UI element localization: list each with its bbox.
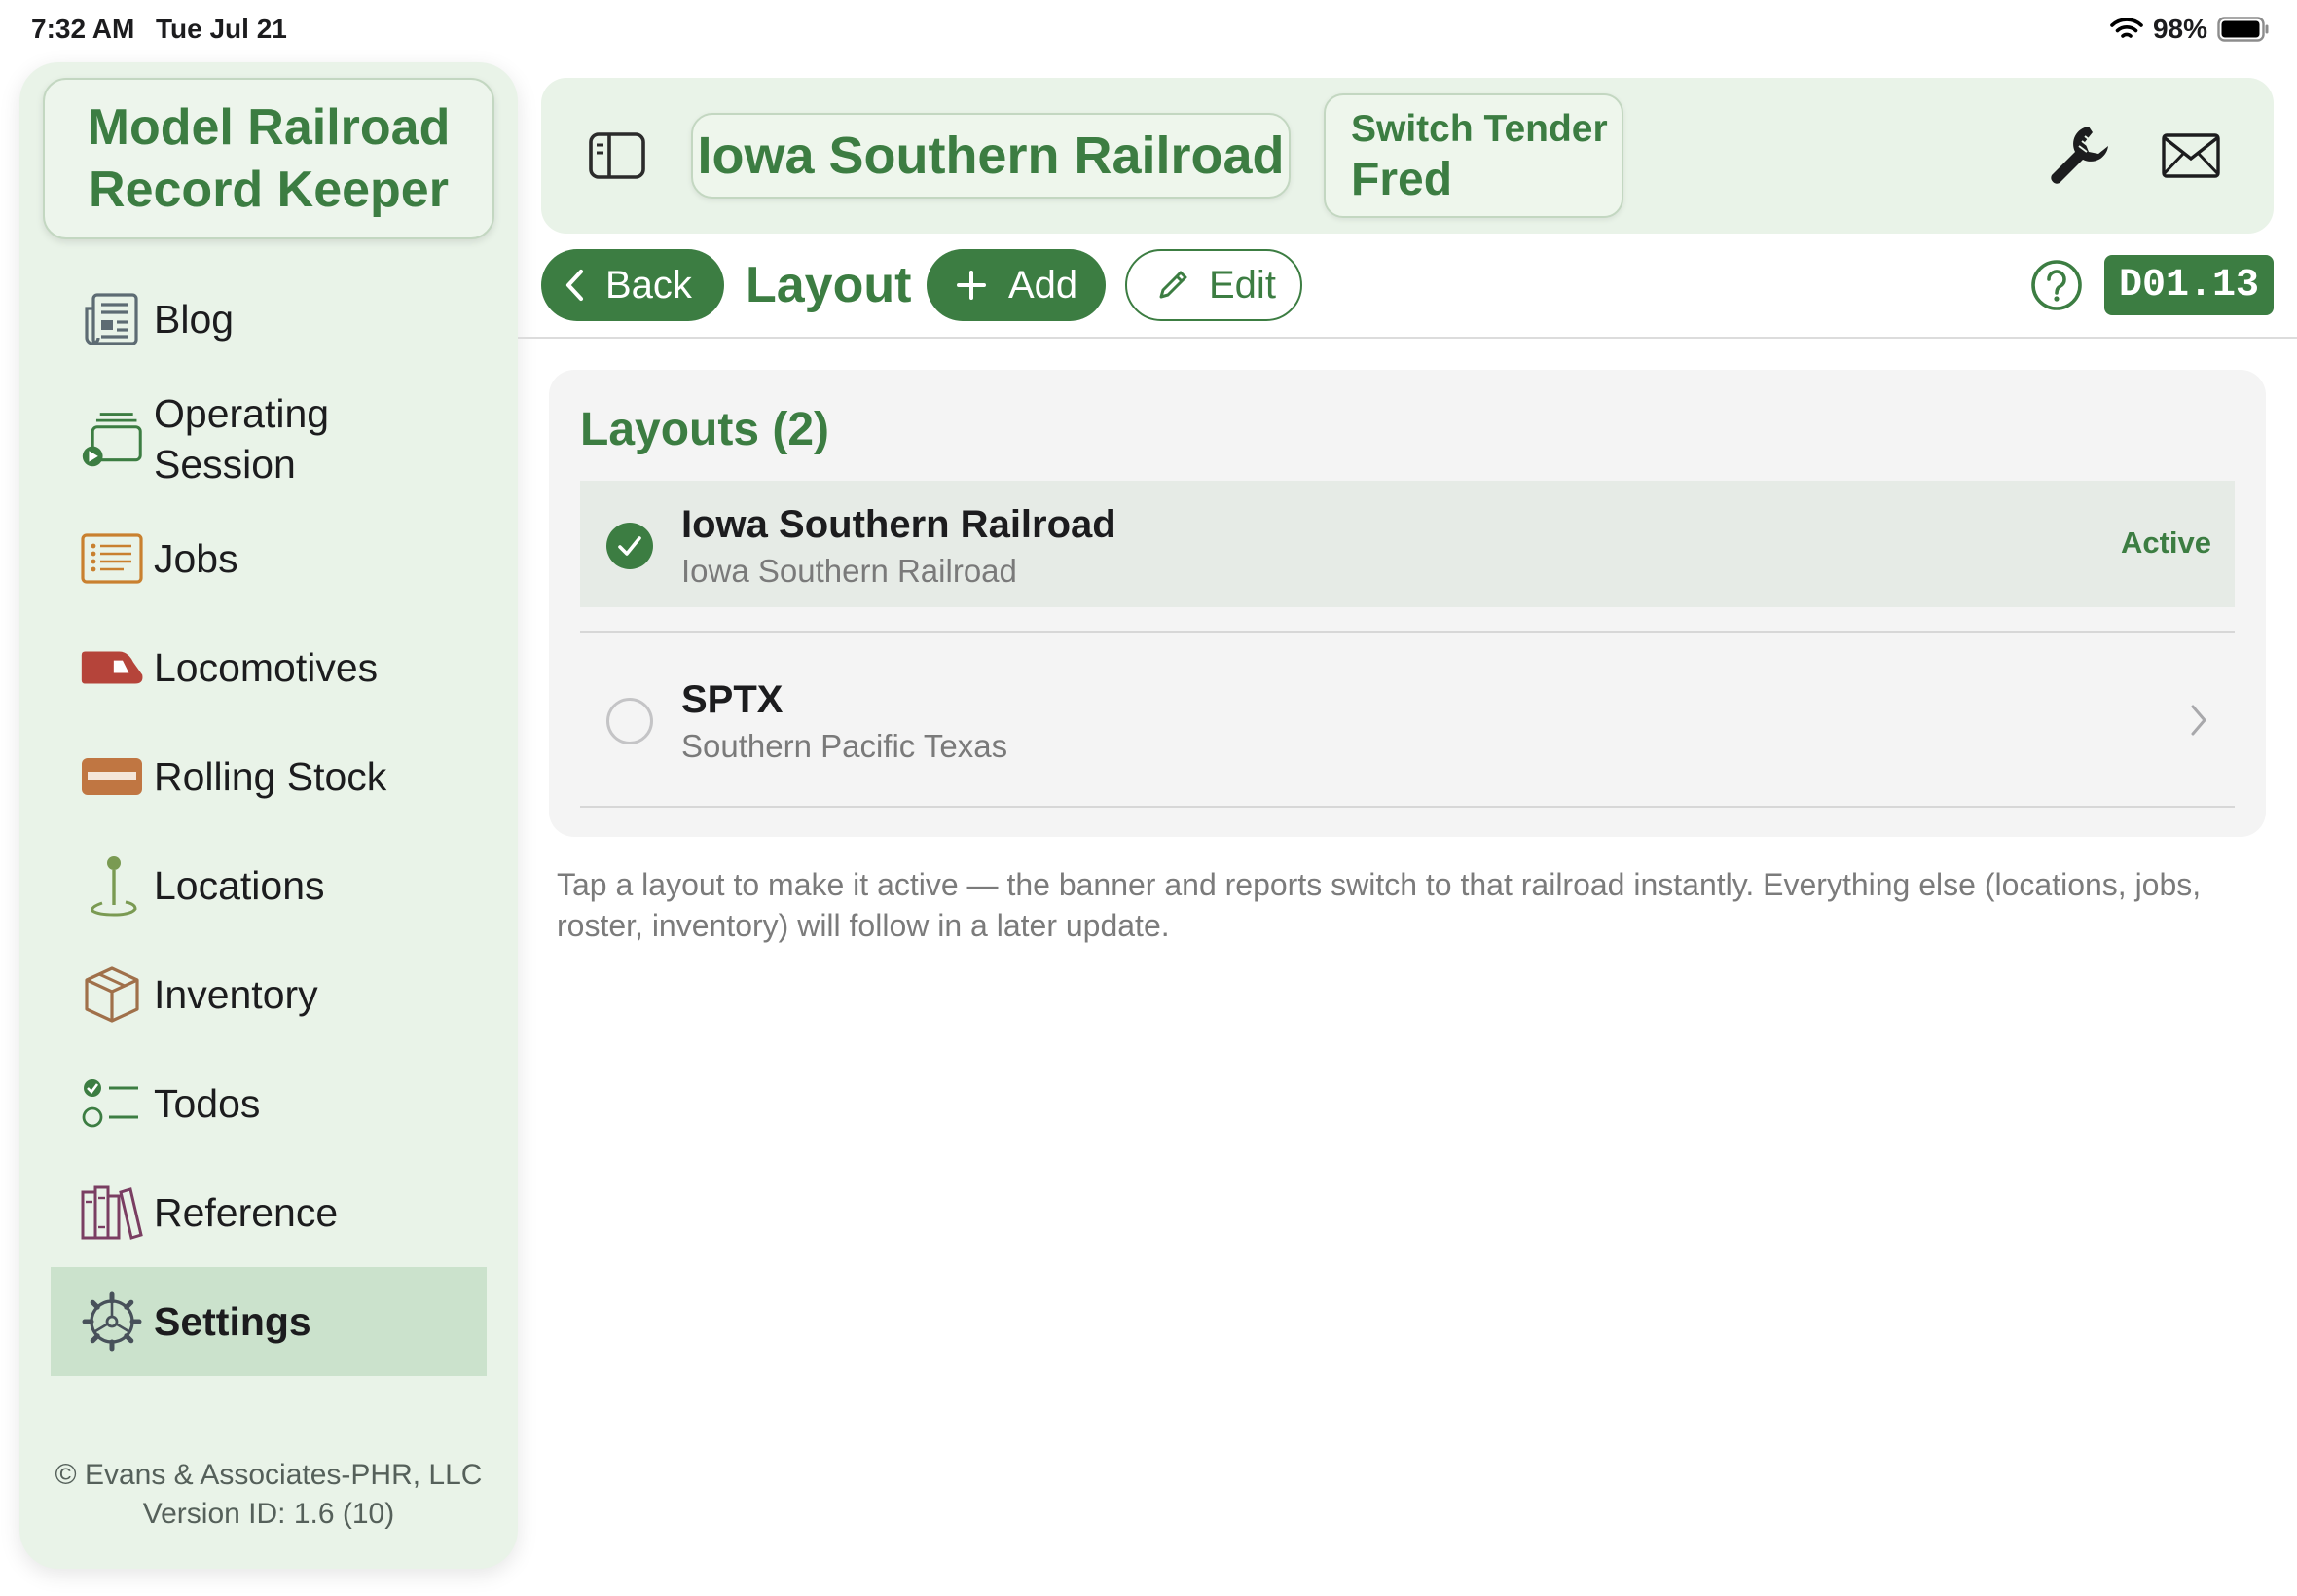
layout-row[interactable]: SPTX Southern Pacific Texas <box>580 656 2235 782</box>
layout-name: SPTX <box>681 678 784 721</box>
edit-button[interactable]: Edit <box>1125 249 1302 321</box>
status-time: 7:32 AM <box>31 14 135 44</box>
books-icon <box>80 1180 144 1245</box>
sidebar-nav: Blog Operating Session Jobs Locomotives … <box>51 265 487 1376</box>
header-bar: Iowa Southern Railroad Switch Tender Fre… <box>541 78 2274 234</box>
battery-icon <box>2217 17 2269 42</box>
layout-row-active[interactable]: Iowa Southern Railroad Iowa Southern Rai… <box>580 481 2235 607</box>
edit-label: Edit <box>1209 263 1276 307</box>
chevron-left-icon <box>565 269 584 302</box>
role-name: Fred <box>1351 154 1453 205</box>
sidebar-item-rolling-stock[interactable]: Rolling Stock <box>51 722 487 831</box>
layout-subtitle: Iowa Southern Railroad <box>681 553 1017 589</box>
layout-name: Iowa Southern Railroad <box>681 503 1116 546</box>
sidebar-item-settings[interactable]: Settings <box>51 1267 487 1376</box>
sidebar-footer: © Evans & Associates-PHR, LLC Version ID… <box>19 1456 518 1534</box>
status-bar: 7:32 AM Tue Jul 21 98% <box>0 0 2297 58</box>
divider <box>518 337 2297 339</box>
sidebar-item-label: Operating Session <box>154 391 330 487</box>
checkmark-circle-icon <box>605 522 654 570</box>
sidebar-item-label: Rolling Stock <box>154 754 387 799</box>
locomotive-icon <box>80 635 144 700</box>
sidebar-item-label: Jobs <box>154 536 238 581</box>
sidebar-item-reference[interactable]: Reference <box>51 1158 487 1267</box>
sidebar-item-label: Settings <box>154 1299 311 1344</box>
box-icon <box>80 962 144 1027</box>
chevron-right-icon <box>2188 701 2209 740</box>
pencil-icon <box>1159 271 1187 299</box>
sidebar-item-jobs[interactable]: Jobs <box>51 504 487 613</box>
help-icon[interactable] <box>2030 259 2083 311</box>
sidebar-item-label: Locomotives <box>154 645 379 690</box>
operating-session-icon <box>80 407 144 471</box>
copyright-text: © Evans & Associates-PHR, LLC <box>55 1459 483 1491</box>
mail-icon[interactable] <box>2161 132 2221 179</box>
sidebar-item-label: Locations <box>154 863 325 908</box>
sidebar: Model Railroad Record Keeper Blog Operat… <box>19 62 518 1569</box>
sidebar-item-label: Reference <box>154 1190 339 1235</box>
railroad-name-button[interactable]: Iowa Southern Railroad <box>691 113 1291 199</box>
add-button[interactable]: Add <box>927 249 1106 321</box>
page-title: Layout <box>746 257 912 313</box>
layout-subtitle: Southern Pacific Texas <box>681 728 1008 764</box>
sidebar-item-label: Blog <box>154 297 235 342</box>
add-label: Add <box>1008 263 1078 307</box>
wrench-icon[interactable] <box>2046 123 2112 189</box>
hint-text: Tap a layout to make it active — the ban… <box>557 867 2202 943</box>
back-button[interactable]: Back <box>541 249 724 321</box>
row-divider <box>580 631 2235 633</box>
sidebar-item-blog[interactable]: Blog <box>51 265 487 374</box>
layouts-title: Layouts (2) <box>580 404 830 455</box>
sidebar-item-locomotives[interactable]: Locomotives <box>51 613 487 722</box>
role-button[interactable]: Switch Tender Fred <box>1324 93 1623 218</box>
sidebar-item-label: Inventory <box>154 972 318 1017</box>
version-text: Version ID: 1.6 (10) <box>142 1498 395 1530</box>
list-icon <box>80 526 144 591</box>
empty-circle-icon <box>605 697 654 745</box>
gear-icon <box>80 1289 144 1354</box>
battery-percent: 98% <box>2152 14 2207 44</box>
checklist-icon <box>80 1071 144 1136</box>
sidebar-item-operating-session[interactable]: Operating Session <box>51 374 487 504</box>
sidebar-item-locations[interactable]: Locations <box>51 831 487 940</box>
code-badge[interactable]: D01.13 <box>2104 255 2274 315</box>
back-label: Back <box>605 263 692 307</box>
status-date: Tue Jul 21 <box>156 14 287 44</box>
sidebar-toggle-icon[interactable] <box>588 128 646 183</box>
map-pin-icon <box>80 853 144 918</box>
wifi-icon <box>2110 18 2143 38</box>
sidebar-item-inventory[interactable]: Inventory <box>51 940 487 1049</box>
rolling-stock-icon <box>80 744 144 809</box>
plus-icon <box>957 271 986 300</box>
app-title[interactable]: Model Railroad Record Keeper <box>43 78 494 239</box>
status-right: 98% <box>2110 14 2270 45</box>
row-divider <box>580 806 2235 808</box>
newspaper-icon <box>80 287 144 351</box>
active-status-label: Active <box>2120 526 2211 560</box>
layouts-card: Layouts (2) Iowa Southern Railroad Iowa … <box>549 370 2266 837</box>
sidebar-item-label: Todos <box>154 1081 261 1126</box>
sidebar-item-todos[interactable]: Todos <box>51 1049 487 1158</box>
role-title: Switch Tender <box>1351 108 1608 150</box>
